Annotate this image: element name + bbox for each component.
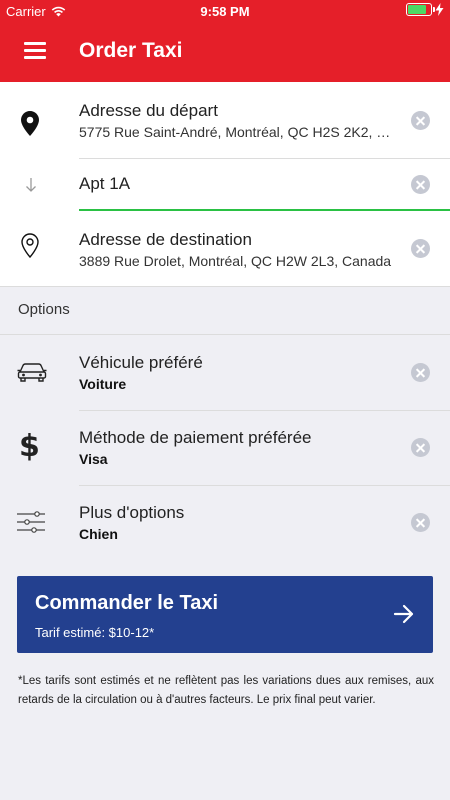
order-button-title: Commander le Taxi bbox=[35, 592, 219, 614]
car-icon bbox=[17, 363, 47, 382]
status-time: 9:58 PM bbox=[200, 4, 250, 19]
fare-disclaimer: *Les tarifs sont estimés et ne reflètent… bbox=[18, 675, 434, 706]
arrow-down-icon bbox=[26, 178, 36, 192]
departure-label: Adresse du départ bbox=[79, 101, 218, 120]
map-pin-outline-icon bbox=[21, 233, 39, 258]
arrow-right-icon bbox=[393, 604, 414, 624]
clear-departure-icon[interactable] bbox=[411, 111, 430, 130]
option-more-row[interactable]: Plus d'options Chien bbox=[0, 485, 450, 560]
status-bar: Carrier 9:58 PM bbox=[0, 0, 450, 22]
charging-bolt-icon bbox=[435, 3, 444, 16]
option-payment-value: Visa bbox=[79, 451, 108, 467]
option-vehicle-value: Voiture bbox=[79, 376, 127, 392]
clear-payment-icon[interactable] bbox=[411, 438, 430, 457]
order-taxi-button[interactable]: Commander le Taxi Tarif estimé: $10-12* bbox=[17, 576, 433, 653]
map-pin-filled-icon bbox=[21, 111, 39, 136]
dollar-icon: $ bbox=[19, 429, 40, 464]
departure-address-row[interactable]: Adresse du départ 5775 Rue Saint-André, … bbox=[0, 82, 450, 158]
clear-destination-icon[interactable] bbox=[411, 239, 430, 258]
option-vehicle-label: Véhicule préféré bbox=[79, 353, 203, 372]
sliders-icon bbox=[17, 511, 45, 533]
option-vehicle-row[interactable]: Véhicule préféré Voiture bbox=[0, 335, 450, 410]
clear-apartment-icon[interactable] bbox=[411, 175, 430, 194]
destination-address-row[interactable]: Adresse de destination 3889 Rue Drolet, … bbox=[0, 211, 450, 287]
address-panel: Adresse du départ 5775 Rue Saint-André, … bbox=[0, 82, 450, 287]
option-more-label: Plus d'options bbox=[79, 503, 185, 522]
option-payment-row[interactable]: $ Méthode de paiement préférée Visa bbox=[0, 410, 450, 485]
options-panel: Véhicule préféré Voiture $ Méthode de pa… bbox=[0, 334, 450, 559]
option-payment-label: Méthode de paiement préférée bbox=[79, 428, 312, 447]
page-title: Order Taxi bbox=[79, 39, 183, 62]
apartment-input[interactable] bbox=[79, 174, 399, 194]
nav-bar: Order Taxi bbox=[0, 22, 450, 82]
clear-vehicle-icon[interactable] bbox=[411, 363, 430, 382]
departure-value: 5775 Rue Saint-André, Montréal, QC H2S 2… bbox=[79, 124, 399, 140]
order-button-fare: Tarif estimé: $10-12* bbox=[35, 625, 155, 640]
status-right bbox=[406, 3, 444, 16]
battery-icon bbox=[406, 3, 435, 16]
destination-label: Adresse de destination bbox=[79, 230, 252, 249]
hamburger-menu-icon[interactable] bbox=[24, 42, 46, 60]
clear-more-options-icon[interactable] bbox=[411, 513, 430, 532]
destination-value: 3889 Rue Drolet, Montréal, QC H2W 2L3, C… bbox=[79, 253, 392, 269]
option-more-value: Chien bbox=[79, 526, 118, 542]
options-header: Options bbox=[18, 301, 70, 318]
